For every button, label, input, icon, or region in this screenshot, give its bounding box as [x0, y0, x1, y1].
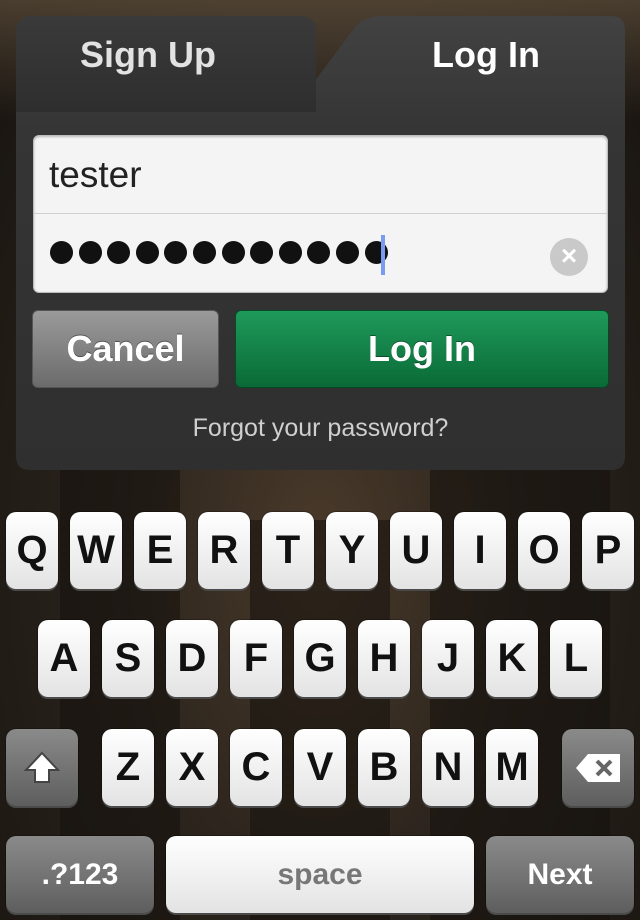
key-t[interactable]: T	[262, 512, 314, 589]
password-dot	[335, 241, 359, 264]
password-dot	[278, 241, 302, 264]
backspace-key[interactable]	[562, 729, 634, 806]
key-c[interactable]: C	[230, 729, 282, 806]
credentials-fields: tester ×	[33, 135, 608, 293]
key-e[interactable]: E	[134, 512, 186, 589]
key-v[interactable]: V	[294, 729, 346, 806]
login-panel: Sign Up Log In tester × Cancel Log In Fo…	[16, 16, 625, 470]
password-dots	[50, 241, 388, 264]
key-r[interactable]: R	[198, 512, 250, 589]
key-z[interactable]: Z	[102, 729, 154, 806]
password-dot	[78, 241, 102, 264]
clear-icon[interactable]: ×	[550, 238, 588, 276]
key-y[interactable]: Y	[326, 512, 378, 589]
key-p[interactable]: P	[582, 512, 634, 589]
next-key[interactable]: Next	[486, 836, 634, 913]
key-j[interactable]: J	[422, 620, 474, 697]
key-d[interactable]: D	[166, 620, 218, 697]
username-field[interactable]: tester	[34, 136, 607, 214]
tab-sign-up-label[interactable]: Sign Up	[80, 34, 216, 76]
key-o[interactable]: O	[518, 512, 570, 589]
username-value: tester	[49, 154, 142, 195]
key-b[interactable]: B	[358, 729, 410, 806]
tab-log-in-label[interactable]: Log In	[432, 34, 540, 76]
key-l[interactable]: L	[550, 620, 602, 697]
numbers-key[interactable]: .?123	[6, 836, 154, 913]
password-dot	[107, 241, 131, 264]
key-s[interactable]: S	[102, 620, 154, 697]
cancel-button[interactable]: Cancel	[32, 310, 219, 388]
space-key[interactable]: space	[166, 836, 474, 913]
forgot-password-link[interactable]: Forgot your password?	[16, 414, 625, 443]
key-i[interactable]: I	[454, 512, 506, 589]
backspace-icon	[576, 753, 620, 782]
password-dot	[135, 241, 159, 264]
key-m[interactable]: M	[486, 729, 538, 806]
password-dot	[164, 241, 188, 264]
key-k[interactable]: K	[486, 620, 538, 697]
password-dot	[50, 241, 73, 264]
key-u[interactable]: U	[390, 512, 442, 589]
key-a[interactable]: A	[38, 620, 90, 697]
key-f[interactable]: F	[230, 620, 282, 697]
password-dot	[192, 241, 216, 264]
password-dot	[221, 241, 245, 264]
key-q[interactable]: Q	[6, 512, 58, 589]
keyboard: .?123 space Next QWERTYUIOP ASDFGHJKL ZXCV…	[0, 488, 640, 920]
password-field[interactable]: ×	[34, 215, 607, 293]
shift-icon	[23, 751, 61, 783]
key-g[interactable]: G	[294, 620, 346, 697]
key-x[interactable]: X	[166, 729, 218, 806]
text-cursor	[381, 235, 385, 275]
password-dot	[307, 241, 331, 264]
key-n[interactable]: N	[422, 729, 474, 806]
key-w[interactable]: W	[70, 512, 122, 589]
password-dot	[250, 241, 274, 264]
key-h[interactable]: H	[358, 620, 410, 697]
log-in-button[interactable]: Log In	[235, 310, 609, 388]
shift-key[interactable]	[6, 729, 78, 806]
